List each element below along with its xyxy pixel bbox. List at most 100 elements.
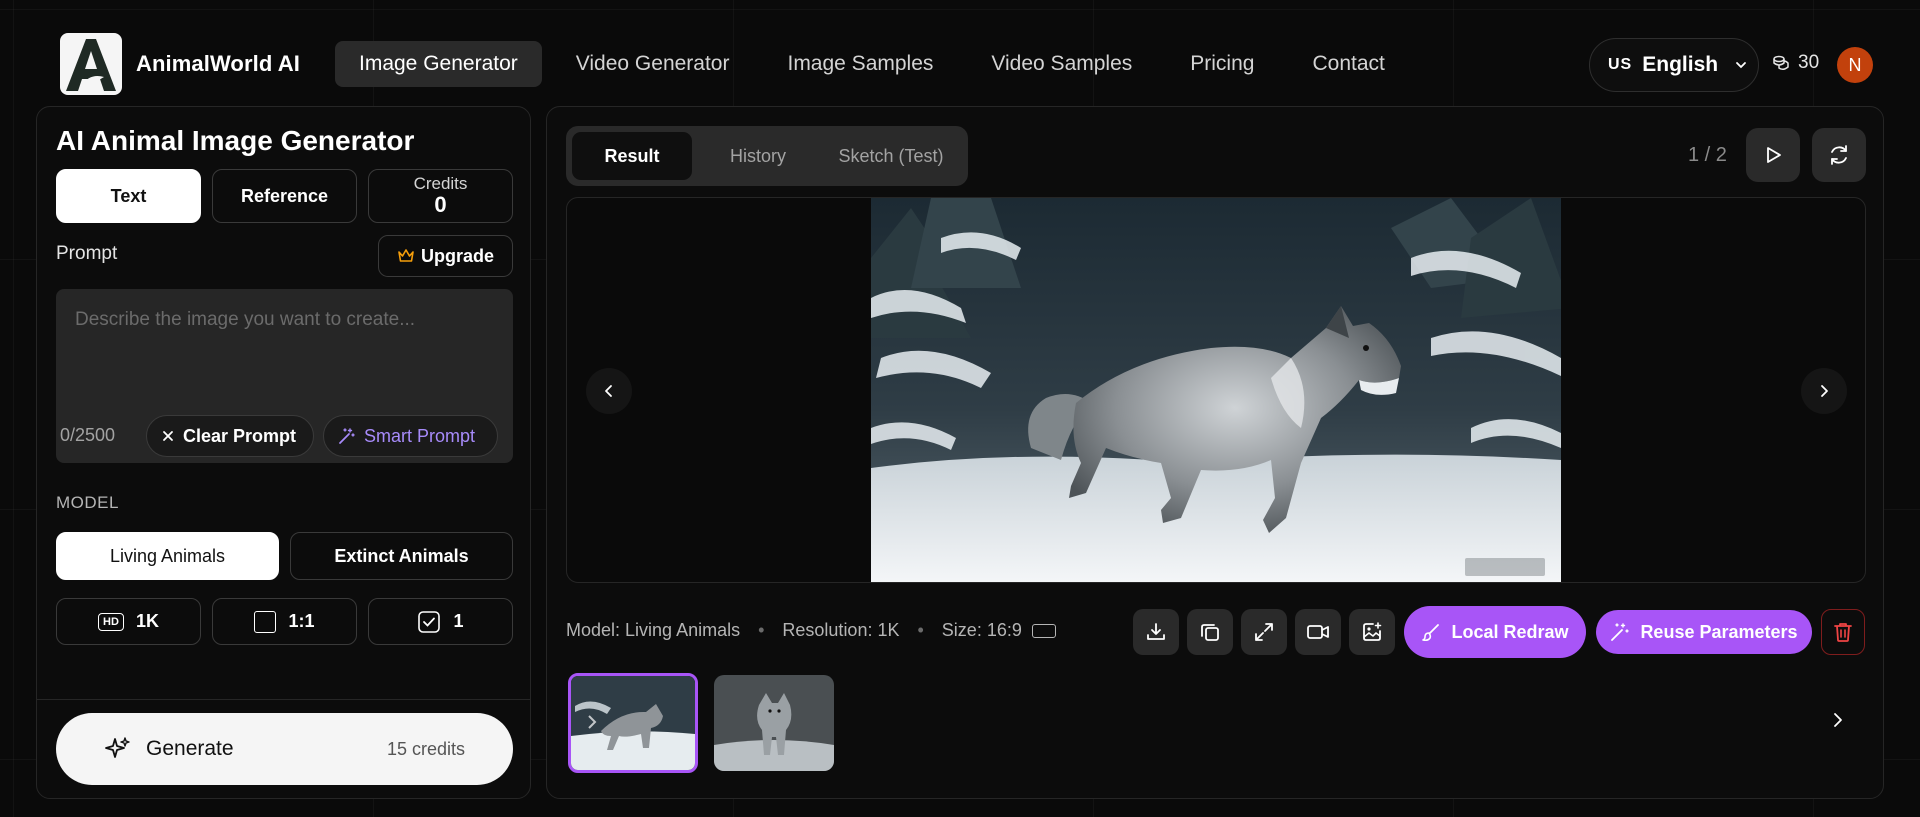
nav-contact[interactable]: Contact	[1288, 41, 1408, 87]
smart-prompt-button[interactable]: Smart Prompt	[323, 415, 498, 457]
clear-prompt-label: Clear Prompt	[183, 425, 297, 446]
chevron-left-icon	[605, 385, 612, 397]
thumbnail-2[interactable]	[714, 675, 834, 771]
smart-prompt-label: Smart Prompt	[364, 425, 476, 446]
language-code: US	[1608, 56, 1633, 73]
upgrade-button[interactable]: Upgrade	[378, 235, 513, 277]
image-to-video-button[interactable]	[1295, 609, 1341, 655]
generator-panel: AI Animal Image Generator Text Reference…	[36, 106, 531, 799]
edit-image-button[interactable]	[1349, 609, 1395, 655]
image-viewer	[566, 197, 1866, 583]
result-tabs: Result History Sketch (Test)	[566, 126, 968, 186]
delete-button[interactable]	[1821, 609, 1865, 655]
model-label: MODEL	[56, 493, 119, 512]
coins-icon	[1773, 55, 1789, 71]
coin-balance[interactable]: 30	[1772, 52, 1819, 74]
image-pager: 1 / 2	[1688, 144, 1727, 166]
thumbnail-1[interactable]	[568, 673, 698, 773]
hd-icon: HD	[98, 612, 124, 631]
prompt-input[interactable]: Describe the image you want to create...…	[56, 289, 513, 463]
fullscreen-button[interactable]	[1241, 609, 1287, 655]
local-redraw-button[interactable]: Local Redraw	[1404, 606, 1586, 658]
refresh-button[interactable]	[1812, 128, 1866, 182]
tab-text[interactable]: Text	[56, 169, 201, 223]
tab-reference[interactable]: Reference	[212, 169, 357, 223]
close-icon	[163, 431, 173, 441]
reuse-parameters-label: Reuse Parameters	[1640, 621, 1798, 642]
checkbox-icon	[418, 610, 441, 633]
wolf-thumbnail-image	[571, 676, 695, 770]
nav-video-samples[interactable]: Video Samples	[967, 41, 1156, 87]
result-panel: Result History Sketch (Test) 1 / 2 Model…	[546, 106, 1884, 799]
download-button[interactable]	[1133, 609, 1179, 655]
tab-result[interactable]: Result	[572, 132, 692, 180]
credits-display: Credits 0	[368, 169, 513, 223]
copy-button[interactable]	[1187, 609, 1233, 655]
nav-pricing[interactable]: Pricing	[1166, 41, 1278, 87]
generate-cost: 15 credits	[386, 738, 465, 759]
download-icon	[1147, 623, 1165, 640]
generate-button[interactable]: Generate 15 credits	[56, 713, 513, 785]
square-ratio-icon	[254, 610, 277, 633]
brand-logo[interactable]	[60, 33, 122, 95]
upgrade-label: Upgrade	[420, 245, 494, 266]
image-edit-icon	[1363, 622, 1382, 641]
resolution-option[interactable]: HD 1K	[56, 598, 201, 645]
chevron-right-icon	[1834, 713, 1842, 727]
chevron-down-icon	[1736, 62, 1746, 69]
play-icon	[1767, 147, 1781, 163]
sparkles-icon	[105, 737, 130, 758]
previous-image-button[interactable]	[586, 368, 632, 414]
prompt-counter: 0/2500	[60, 425, 116, 445]
nav-image-generator[interactable]: Image Generator	[335, 41, 542, 87]
image-metadata: Model: Living Animals • Resolution: 1K •…	[566, 620, 1056, 641]
local-redraw-label: Local Redraw	[1451, 621, 1569, 642]
user-avatar[interactable]: N	[1837, 47, 1873, 83]
meta-separator: •	[758, 620, 765, 640]
meta-resolution: Resolution: 1K	[782, 620, 900, 640]
play-button[interactable]	[1746, 128, 1800, 182]
resolution-value: 1K	[135, 611, 159, 631]
image-count-option[interactable]: 1	[368, 598, 513, 645]
trash-icon	[1834, 623, 1852, 642]
magic-wand-icon	[339, 428, 355, 444]
aspect-ratio-option[interactable]: 1:1	[212, 598, 357, 645]
wide-ratio-icon	[1031, 623, 1056, 638]
nav-video-generator[interactable]: Video Generator	[552, 41, 754, 87]
top-header: AnimalWorld AI Image Generator Video Gen…	[0, 0, 1920, 100]
tab-sketch[interactable]: Sketch (Test)	[820, 132, 962, 180]
meta-size: Size: 16:9	[941, 620, 1022, 640]
image-count-value: 1	[453, 611, 464, 631]
wolf-thumbnail-image	[714, 675, 834, 771]
credits-value: 0	[434, 192, 447, 218]
panel-divider	[37, 699, 530, 700]
aspect-ratio-value: 1:1	[288, 611, 315, 631]
credits-label: Credits	[413, 173, 468, 193]
video-camera-icon	[1307, 625, 1329, 639]
generated-wolf-image[interactable]	[871, 198, 1561, 583]
expand-icon	[1255, 623, 1273, 641]
language-selector[interactable]: US English	[1589, 38, 1759, 92]
tab-history[interactable]: History	[698, 132, 818, 180]
copy-icon	[1201, 624, 1219, 641]
language-label: English	[1642, 53, 1719, 76]
reuse-parameters-button[interactable]: Reuse Parameters	[1596, 610, 1812, 654]
meta-separator: •	[917, 620, 924, 640]
main-nav: Image Generator Video Generator Image Sa…	[335, 41, 1419, 87]
model-living-animals[interactable]: Living Animals	[56, 532, 279, 580]
crown-icon	[398, 249, 414, 262]
refresh-icon	[1831, 145, 1847, 165]
generate-label: Generate	[146, 737, 234, 760]
brush-icon	[1422, 624, 1440, 642]
magic-wand-icon	[1611, 623, 1630, 641]
nav-image-samples[interactable]: Image Samples	[763, 41, 957, 87]
prompt-label: Prompt	[56, 243, 118, 264]
thumbnails-next-button[interactable]	[1823, 705, 1853, 735]
brand-name[interactable]: AnimalWorld AI	[136, 51, 300, 77]
next-image-button[interactable]	[1801, 368, 1847, 414]
clear-prompt-button[interactable]: Clear Prompt	[146, 415, 314, 457]
model-extinct-animals[interactable]: Extinct Animals	[290, 532, 513, 580]
coin-count: 30	[1798, 52, 1820, 73]
chevron-right-icon	[1821, 385, 1828, 397]
prompt-placeholder: Describe the image you want to create...	[75, 309, 416, 330]
